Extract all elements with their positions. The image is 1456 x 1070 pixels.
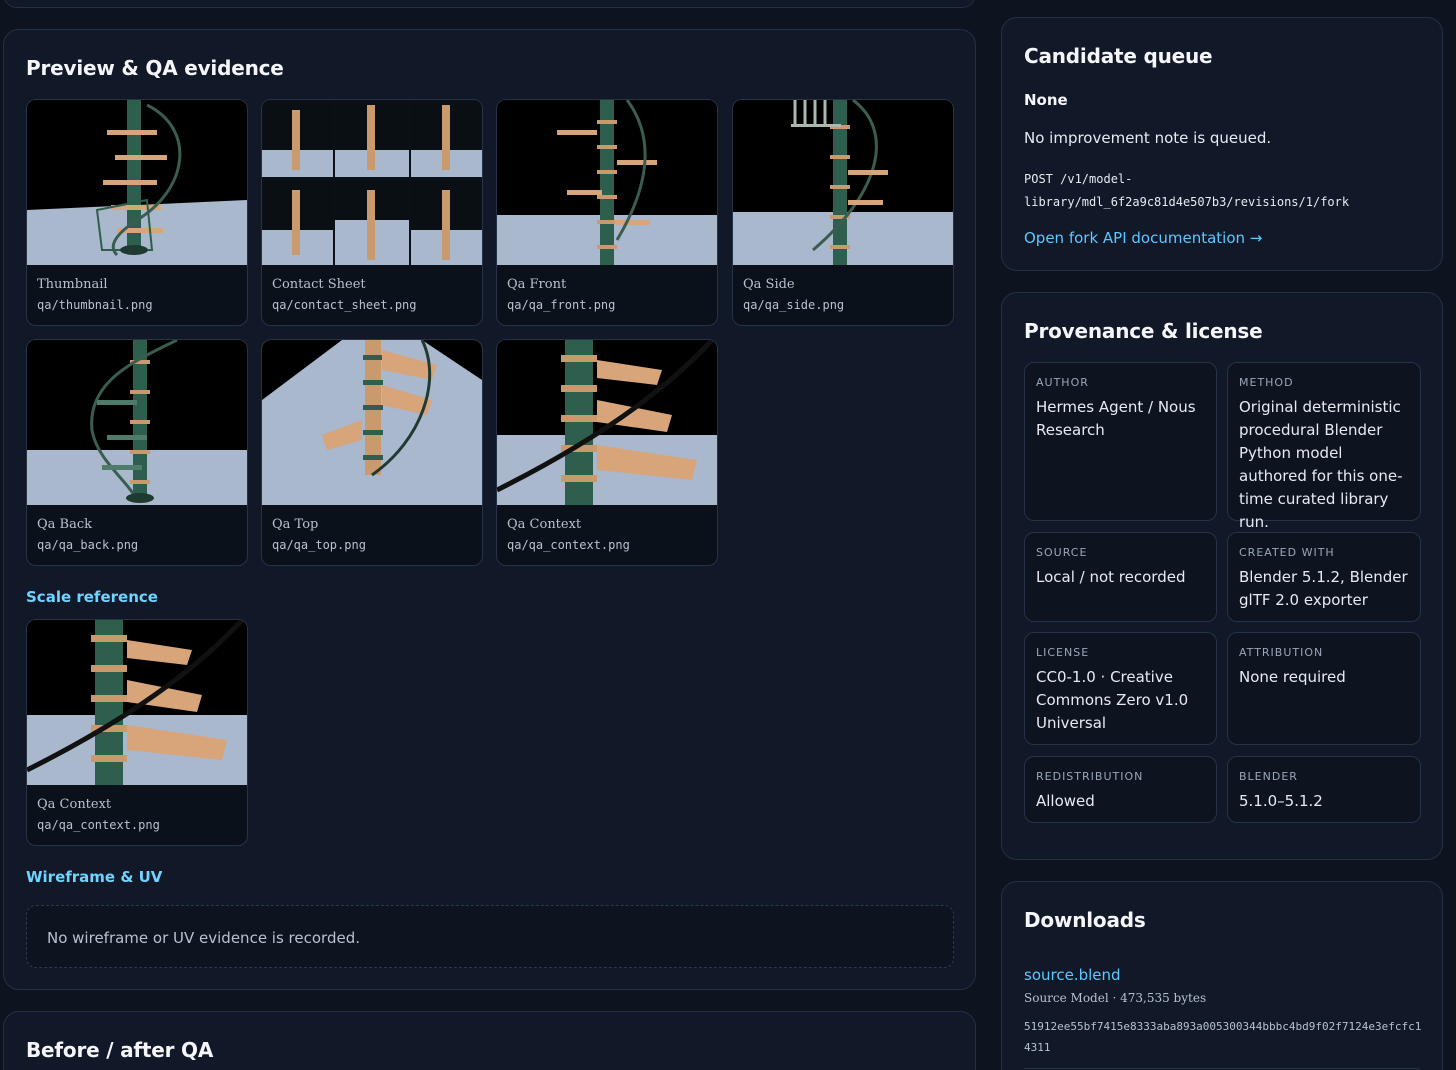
fork-api-docs-link[interactable]: Open fork API documentation → (1024, 229, 1262, 247)
candidate-queue-title: Candidate queue (1024, 44, 1213, 68)
qa-context-card[interactable]: Qa Context qa/qa_context.png (496, 339, 718, 566)
field-key: AUTHOR (1036, 376, 1089, 389)
field-created-with: CREATED WITH Blender 5.1.2, Blender glTF… (1227, 532, 1421, 622)
field-key: CREATED WITH (1239, 546, 1335, 559)
qa-side-image (733, 100, 953, 265)
qa-context-image (497, 340, 717, 505)
fork-endpoint-line: POST /v1/model- (1024, 172, 1133, 186)
fork-endpoint: POST /v1/model- library/mdl_6f2a9c81d4e5… (1024, 168, 1424, 214)
qa-top-image (262, 340, 482, 505)
model-detail-page: Preview & QA evidence Thumbnail qa/thumb… (0, 0, 1456, 1070)
preview-title: Preview & QA evidence (26, 56, 284, 80)
field-method: METHOD Original deterministic procedural… (1227, 362, 1421, 531)
field-redistribution: REDISTRIBUTION Allowed (1024, 756, 1217, 823)
field-value: 5.1.0–5.1.2 (1239, 792, 1323, 810)
card-path: qa/thumbnail.png (37, 298, 153, 312)
qa-back-card[interactable]: Qa Back qa/qa_back.png (26, 339, 248, 566)
fork-endpoint-line: library/mdl_6f2a9c81d4e507b3/revisions/1… (1024, 195, 1350, 209)
card-label: Qa Top (272, 517, 319, 532)
card-label: Qa Side (743, 277, 795, 292)
candidate-queue-panel: Candidate queue None No improvement note… (1001, 17, 1443, 271)
field-blender: BLENDER 5.1.0–5.1.2 (1227, 756, 1421, 823)
provenance-title: Provenance & license (1024, 319, 1263, 343)
qa-side-card[interactable]: Qa Side qa/qa_side.png (732, 99, 954, 326)
thumbnail-image (27, 100, 247, 265)
before-after-title: Before / after QA (26, 1038, 214, 1062)
field-attribution: ATTRIBUTION None required (1227, 632, 1421, 745)
field-value: Allowed (1036, 792, 1095, 810)
contact-sheet-image (262, 100, 482, 265)
card-label: Qa Context (37, 797, 112, 812)
field-value: Original deterministic procedural Blende… (1239, 398, 1403, 531)
qa-front-card[interactable]: Qa Front qa/qa_front.png (496, 99, 718, 326)
wireframe-empty-state: No wireframe or UV evidence is recorded. (26, 905, 954, 968)
before-after-panel: Before / after QA (3, 1011, 976, 1070)
field-value: Blender 5.1.2, Blender glTF 2.0 exporter (1239, 568, 1408, 609)
card-path: qa/qa_context.png (37, 818, 160, 832)
provenance-panel: Provenance & license AUTHOR Hermes Agent… (1001, 292, 1443, 860)
card-path: qa/contact_sheet.png (272, 298, 417, 312)
downloads-title: Downloads (1024, 908, 1146, 932)
card-label: Thumbnail (37, 277, 108, 292)
scale-reference-image (27, 620, 247, 785)
previous-panel (3, 0, 976, 8)
card-label: Qa Context (507, 517, 582, 532)
field-key: ATTRIBUTION (1239, 646, 1324, 659)
field-value: Hermes Agent / Nous Research (1036, 398, 1196, 439)
card-path: qa/qa_side.png (743, 298, 845, 312)
scale-reference-heading: Scale reference (26, 588, 158, 606)
download-source-blend-link[interactable]: source.blend (1024, 966, 1121, 984)
card-path: qa/qa_back.png (37, 538, 139, 552)
card-path: qa/qa_top.png (272, 538, 366, 552)
queue-note: No improvement note is queued. (1024, 129, 1272, 147)
field-author: AUTHOR Hermes Agent / Nous Research (1024, 362, 1217, 521)
downloads-panel: Downloads source.blend Source Model · 47… (1001, 881, 1443, 1070)
field-value: CC0-1.0 · Creative Commons Zero v1.0 Uni… (1036, 668, 1189, 732)
contact-sheet-card[interactable]: Contact Sheet qa/contact_sheet.png (261, 99, 483, 326)
download-meta: Source Model · 473,535 bytes (1024, 991, 1207, 1005)
field-key: REDISTRIBUTION (1036, 770, 1144, 783)
field-source: SOURCE Local / not recorded (1024, 532, 1217, 622)
card-path: qa/qa_context.png (507, 538, 630, 552)
wireframe-empty-text: No wireframe or UV evidence is recorded. (47, 929, 360, 947)
field-key: BLENDER (1239, 770, 1298, 783)
scale-reference-card[interactable]: Qa Context qa/qa_context.png (26, 619, 248, 846)
field-value: None required (1239, 668, 1346, 686)
field-key: LICENSE (1036, 646, 1090, 659)
download-hash: 51912ee55bf7415e8333aba893a005300344bbbc… (1024, 1020, 1422, 1054)
divider (1024, 1068, 1420, 1069)
qa-back-image (27, 340, 247, 505)
field-value: Local / not recorded (1036, 568, 1186, 586)
field-license: LICENSE CC0-1.0 · Creative Commons Zero … (1024, 632, 1217, 745)
field-key: SOURCE (1036, 546, 1088, 559)
qa-top-card[interactable]: Qa Top qa/qa_top.png (261, 339, 483, 566)
card-path: qa/qa_front.png (507, 298, 616, 312)
qa-front-image (497, 100, 717, 265)
card-label: Qa Front (507, 277, 567, 292)
field-key: METHOD (1239, 376, 1294, 389)
preview-qa-panel: Preview & QA evidence Thumbnail qa/thumb… (3, 29, 976, 990)
wireframe-uv-heading: Wireframe & UV (26, 868, 163, 886)
thumbnail-card[interactable]: Thumbnail qa/thumbnail.png (26, 99, 248, 326)
queue-status: None (1024, 91, 1068, 109)
card-label: Qa Back (37, 517, 93, 532)
card-label: Contact Sheet (272, 277, 366, 292)
